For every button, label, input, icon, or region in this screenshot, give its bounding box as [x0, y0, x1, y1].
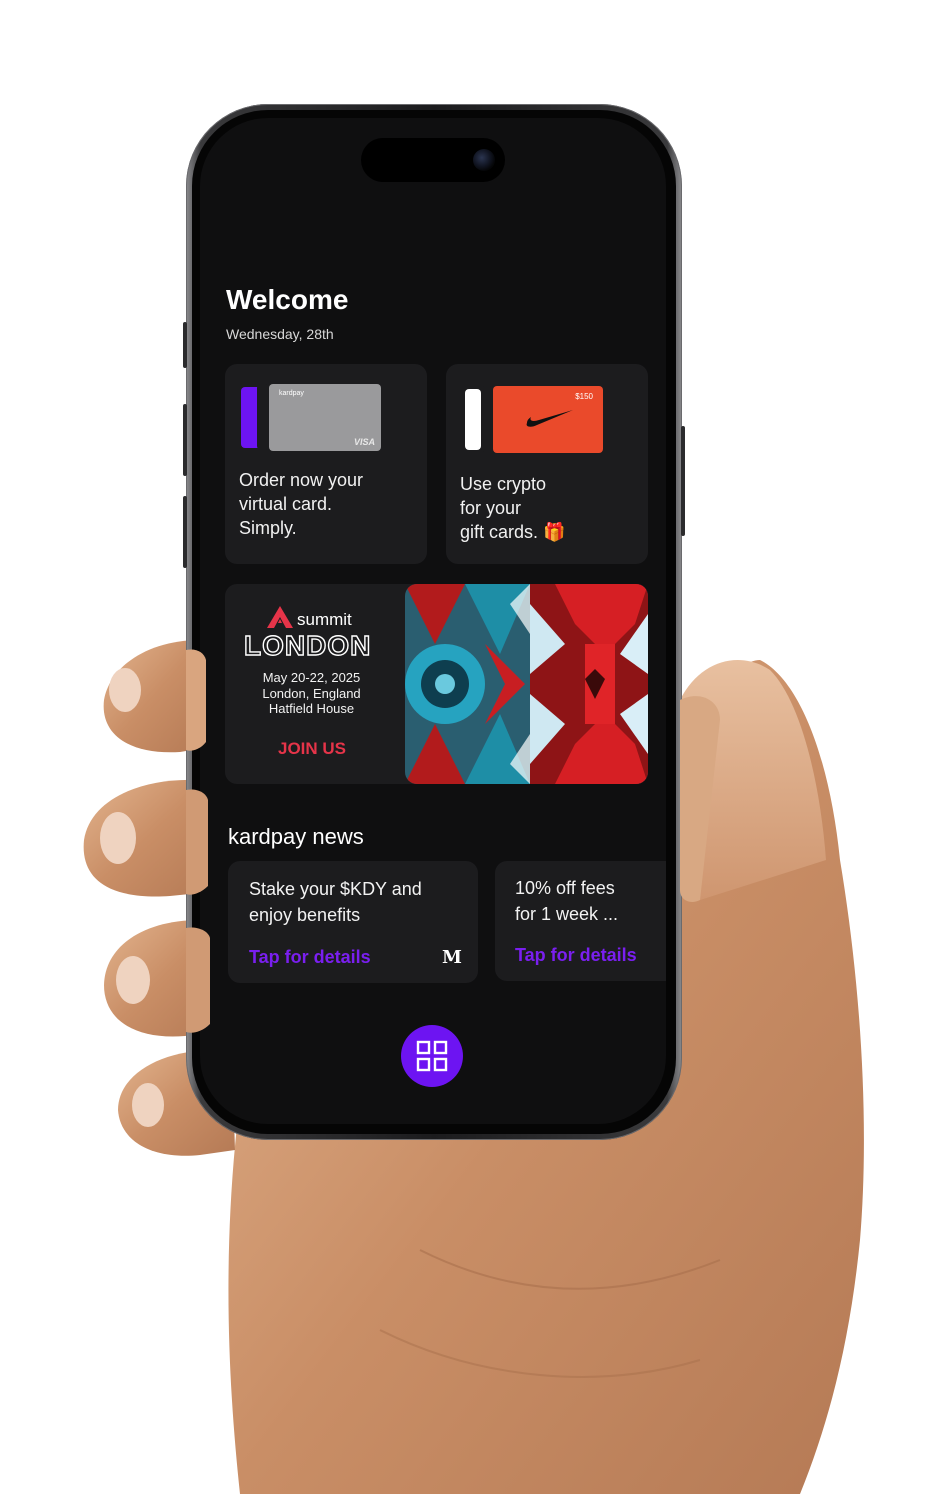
hand-overlay: [186, 649, 720, 1033]
